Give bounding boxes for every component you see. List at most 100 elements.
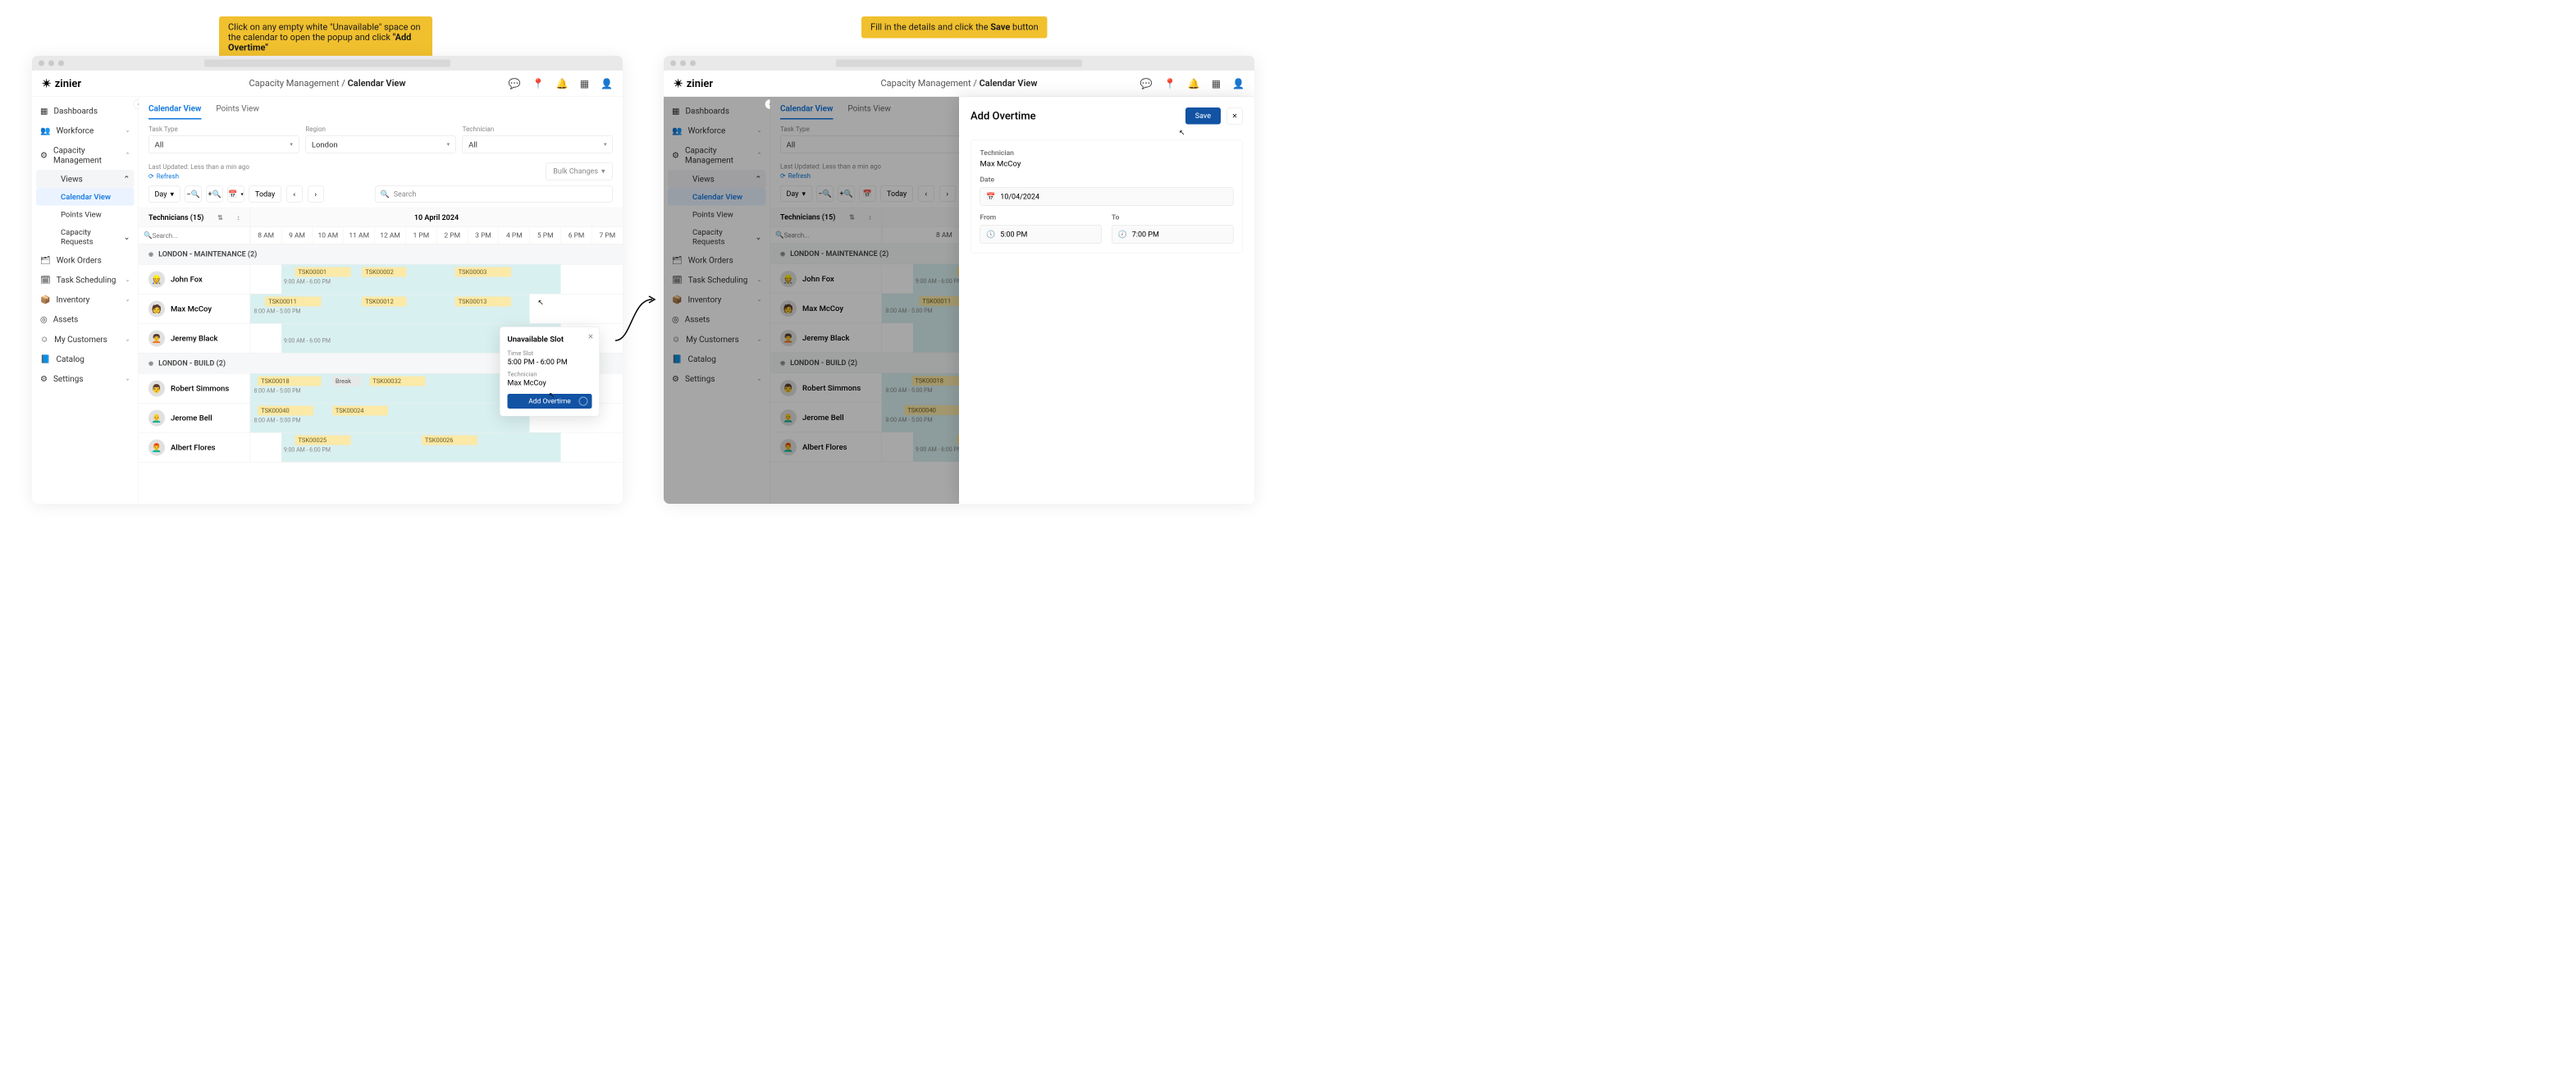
sidebar-item-settings[interactable]: ⚙Settings⌄ <box>664 369 770 389</box>
tech-cell[interactable]: 👨‍🦰Albert Flores <box>139 433 250 463</box>
prev-button[interactable]: ‹ <box>286 186 303 203</box>
sidebar-item-capacity-requests[interactable]: Capacity Requests⌄ <box>664 223 770 250</box>
apps-icon[interactable]: ▦ <box>1212 78 1221 89</box>
timeline[interactable]: TSK00001 TSK00002 TSK00003 9:00 AM - 6:0… <box>250 265 623 295</box>
timeline[interactable]: TSK00025 TSK00026 9:00 AM - 6:00 PM <box>250 433 623 463</box>
timeline[interactable]: TSK00011 TSK00012 TSK00013 8:00 AM - 5:0… <box>250 295 623 324</box>
task-block[interactable]: TSK00032 <box>369 377 425 386</box>
sidebar-item-views[interactable]: Views⌃ <box>668 170 766 188</box>
filter-icon[interactable]: ⇅ <box>217 214 223 222</box>
url-bar[interactable] <box>836 60 1082 67</box>
sort-icon[interactable]: ↕ <box>237 213 240 222</box>
sidebar-item-inventory[interactable]: 📦Inventory⌄ <box>664 290 770 309</box>
sidebar-item-dashboards[interactable]: ▦Dashboards <box>664 101 770 121</box>
sidebar-item-task-scheduling[interactable]: 🗓Task Scheduling⌄ <box>32 270 139 290</box>
task-block[interactable]: TSK00011 <box>265 297 321 307</box>
sidebar-item-dashboards[interactable]: ▦Dashboards <box>32 101 139 121</box>
tech-cell[interactable]: 🧑‍🦱Jeremy Black <box>770 323 882 353</box>
tech-cell[interactable]: 👨Robert Simmons <box>770 373 882 403</box>
sidebar-item-work-orders[interactable]: 🗂Work Orders <box>32 250 139 270</box>
task-block[interactable]: TSK00024 <box>332 406 388 416</box>
tech-cell[interactable]: 🧑‍🦱Jeremy Black <box>139 324 250 354</box>
chat-icon[interactable]: 💬 <box>509 78 521 89</box>
date-input[interactable]: 📅10/04/2024 <box>980 187 1234 206</box>
today-button[interactable]: Today <box>881 185 913 202</box>
task-block[interactable]: TSK00002 <box>362 267 406 277</box>
window-control-dot[interactable] <box>39 61 44 66</box>
sidebar-item-workforce[interactable]: 👥Workforce⌄ <box>32 121 139 140</box>
task-block[interactable]: TSK00040 <box>258 406 313 416</box>
view-mode-select[interactable]: Day▾ <box>148 186 180 203</box>
sidebar-item-my-customers[interactable]: ☺My Customers⌄ <box>664 329 770 350</box>
zoom-in-button[interactable]: +🔍 <box>838 185 855 202</box>
sidebar-item-calendar-view[interactable]: Calendar View <box>668 188 766 206</box>
bulk-changes-button[interactable]: Bulk Changes▾ <box>546 162 613 181</box>
refresh-button[interactable]: ⟳Refresh <box>148 172 249 181</box>
region-select[interactable]: London▾ <box>305 135 455 153</box>
refresh-button[interactable]: ⟳Refresh <box>780 172 881 181</box>
calendar-search-input[interactable]: 🔍Search <box>375 186 613 203</box>
apps-icon[interactable]: ▦ <box>580 78 589 89</box>
sidebar-item-capacity[interactable]: ⚙Capacity Management⌃ <box>664 140 770 170</box>
sidebar-item-catalog[interactable]: 📘Catalog <box>664 350 770 369</box>
task-block[interactable]: TSK00026 <box>422 436 477 446</box>
user-icon[interactable]: 👤 <box>1232 78 1245 89</box>
sidebar-item-work-orders[interactable]: 🗂Work Orders <box>664 250 770 270</box>
task-block[interactable]: TSK00018 <box>258 377 321 386</box>
brand-logo[interactable]: ✴ zinier <box>42 77 81 91</box>
sidebar-item-capacity[interactable]: ⚙Capacity Management⌃ <box>32 140 139 170</box>
breadcrumb-parent[interactable]: Capacity Management <box>881 79 971 89</box>
sidebar-item-points-view[interactable]: Points View <box>664 206 770 224</box>
technician-select[interactable]: All▾ <box>463 135 613 153</box>
breadcrumb-parent[interactable]: Capacity Management <box>249 79 340 89</box>
sidebar-item-workforce[interactable]: 👥Workforce⌄ <box>664 121 770 140</box>
location-icon[interactable]: 📍 <box>1164 78 1176 89</box>
url-bar[interactable] <box>204 60 450 67</box>
to-time-input[interactable]: 🕖7:00 PM <box>1112 225 1234 244</box>
next-button[interactable]: › <box>939 185 956 202</box>
sort-icon[interactable]: ↕ <box>869 213 872 222</box>
tech-cell[interactable]: 🧑Max McCoy <box>139 295 250 324</box>
window-control-dot[interactable] <box>680 61 686 66</box>
tab-calendar-view[interactable]: Calendar View <box>780 103 833 120</box>
filter-icon[interactable]: ⇅ <box>849 213 855 222</box>
chat-icon[interactable]: 💬 <box>1140 78 1153 89</box>
task-block[interactable]: TSK00001 <box>295 267 350 277</box>
tab-calendar-view[interactable]: Calendar View <box>148 103 201 120</box>
tech-cell[interactable]: 👨‍🦰Albert Flores <box>770 432 882 462</box>
sidebar-item-task-scheduling[interactable]: 🗓Task Scheduling⌄ <box>664 270 770 290</box>
zoom-in-button[interactable]: +🔍 <box>207 186 223 203</box>
location-icon[interactable]: 📍 <box>532 78 545 89</box>
task-block[interactable]: TSK00012 <box>362 297 406 307</box>
date-picker-button[interactable]: 📅 <box>860 185 876 202</box>
sidebar-item-catalog[interactable]: 📘Catalog <box>32 350 139 369</box>
sidebar-item-capacity-requests[interactable]: Capacity Requests⌄ <box>32 223 139 250</box>
sidebar-item-points-view[interactable]: Points View <box>32 206 139 224</box>
save-button[interactable]: Save <box>1185 107 1221 125</box>
technician-search-input[interactable] <box>153 231 245 240</box>
task-block[interactable]: TSK00013 <box>455 297 511 307</box>
window-control-dot[interactable] <box>670 61 676 66</box>
date-picker-button[interactable]: 📅▾ <box>228 186 244 203</box>
zoom-out-button[interactable]: −🔍 <box>817 185 834 202</box>
sidebar-item-inventory[interactable]: 📦Inventory⌄ <box>32 290 139 309</box>
view-mode-select[interactable]: Day▾ <box>780 185 812 202</box>
technician-search[interactable]: 🔍 <box>139 227 250 244</box>
next-button[interactable]: › <box>308 186 324 203</box>
sidebar-item-calendar-view[interactable]: Calendar View <box>36 188 135 206</box>
window-control-dot[interactable] <box>48 61 54 66</box>
sidebar-item-assets[interactable]: ◎Assets <box>32 309 139 329</box>
close-icon[interactable]: ✕ <box>587 333 593 341</box>
today-button[interactable]: Today <box>249 186 281 203</box>
sidebar-collapse-button[interactable]: ‹ <box>765 99 771 109</box>
tab-points-view[interactable]: Points View <box>216 103 258 120</box>
bell-icon[interactable]: 🔔 <box>1188 78 1200 89</box>
bell-icon[interactable]: 🔔 <box>556 78 569 89</box>
task-type-select[interactable]: All▾ <box>148 135 299 153</box>
tech-cell[interactable]: 👨‍🦲Jerome Bell <box>139 404 250 433</box>
sidebar-item-views[interactable]: Views⌃ <box>36 170 135 188</box>
technician-search-input[interactable] <box>784 231 877 240</box>
user-icon[interactable]: 👤 <box>601 78 613 89</box>
task-block[interactable]: TSK00003 <box>455 267 511 277</box>
group-header-maintenance[interactable]: ◉LONDON - MAINTENANCE (2) <box>139 245 623 265</box>
